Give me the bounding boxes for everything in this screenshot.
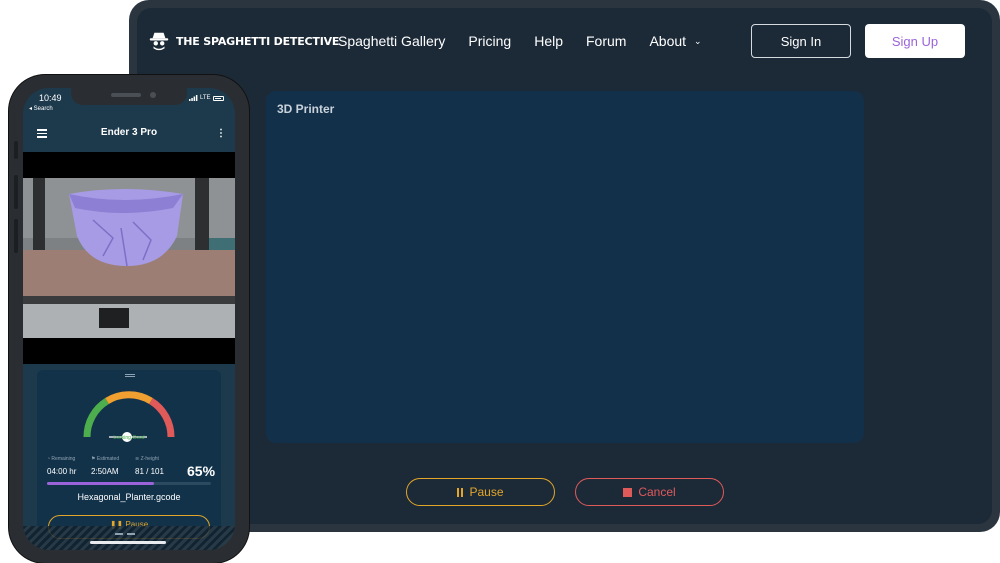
progress-percent: 65% [187, 463, 216, 479]
nav-link-spaghetti-gallery[interactable]: Spaghetti Gallery [338, 33, 445, 49]
printer-name-title: Ender 3 Pro [100, 127, 158, 138]
nav-link-pricing[interactable]: Pricing [468, 33, 511, 49]
phone-notch [71, 88, 187, 105]
status-back-link[interactable]: ◂ Search [29, 105, 53, 112]
cancel-button-label: Cancel [638, 485, 676, 499]
printer-with-planter-image [23, 178, 235, 338]
timer-icon: ◔ [47, 456, 51, 462]
app-bar: Ender 3 Pro ⋮ [23, 123, 235, 151]
webcam-image [23, 178, 235, 338]
status-indicators: LTE [189, 95, 224, 101]
zheight-label: Z-height [140, 456, 159, 462]
network-type: LTE [200, 95, 211, 101]
sign-in-button[interactable]: Sign In [751, 24, 851, 58]
web-app-screen: THE SPAGHETTI DETECTIVE Spaghetti Galler… [137, 8, 992, 524]
detective-logo-icon [149, 32, 169, 51]
printer-video-card: 3D Printer [266, 91, 864, 443]
sign-up-button[interactable]: Sign Up [865, 24, 965, 58]
nav-links: Spaghetti Gallery Pricing Help Forum Abo… [338, 33, 702, 49]
nav-link-about-label: About [649, 33, 687, 49]
phone-frame: 10:49 ◂ Search LTE Ender 3 Pro ⋮ Looking… [9, 75, 249, 563]
chevron-down-icon: ⌄ [694, 36, 702, 46]
pause-button-label: Pause [469, 485, 504, 499]
page-indicator [115, 533, 135, 535]
estimated-header: ⚑ Estimated [91, 456, 119, 462]
phone-mute-switch [14, 141, 18, 159]
pause-icon [457, 487, 464, 497]
brand-name: THE SPAGHETTI DETECTIVE [176, 34, 340, 48]
nav-link-about[interactable]: About ⌄ [649, 33, 701, 49]
more-options-icon[interactable]: ⋮ [216, 128, 226, 139]
layers-icon: ≋ [135, 456, 140, 462]
remaining-label: Remaining [51, 456, 76, 462]
remaining-header: ◔ Remaining [47, 456, 75, 462]
signal-icon [189, 95, 198, 101]
tablet-frame: THE SPAGHETTI DETECTIVE Spaghetti Galler… [129, 0, 1000, 532]
progress-bar [47, 482, 211, 485]
brand-logo[interactable]: THE SPAGHETTI DETECTIVE [148, 30, 339, 52]
top-navigation: THE SPAGHETTI DETECTIVE Spaghetti Galler… [137, 8, 992, 76]
cancel-button[interactable]: Cancel [575, 478, 724, 506]
bottom-overlay [23, 526, 235, 550]
pause-button[interactable]: Pause [406, 478, 555, 506]
drag-handle-icon[interactable] [125, 374, 135, 378]
phone-screen: 10:49 ◂ Search LTE Ender 3 Pro ⋮ Looking… [23, 88, 235, 550]
phone-volume-down [14, 219, 18, 253]
remaining-value: 04:00 hr [47, 467, 77, 476]
zheight-header: ≋ Z-height [135, 456, 159, 462]
print-status-panel: Looking Good ◔ Remaining ⚑ Estimated ≋ Z… [37, 370, 221, 545]
zheight-value: 81 / 101 [135, 467, 164, 476]
webcam-feed [23, 152, 235, 364]
estimated-label: Estimated [96, 456, 120, 462]
phone-volume-up [14, 175, 18, 209]
failure-gauge: Looking Good [79, 389, 179, 443]
phone-speaker [111, 93, 141, 97]
flag-icon: ⚑ [91, 456, 96, 462]
phone-camera [150, 92, 156, 98]
home-indicator[interactable] [90, 541, 166, 544]
nav-link-forum[interactable]: Forum [586, 33, 626, 49]
gauge-status-label: Looking Good [113, 435, 145, 441]
status-time: 10:49 [39, 93, 62, 103]
estimated-value: 2:50AM [91, 467, 119, 476]
battery-icon [212, 95, 224, 101]
progress-bar-fill [47, 482, 154, 485]
stop-icon [623, 487, 633, 497]
nav-link-help[interactable]: Help [534, 33, 563, 49]
printer-card-title: 3D Printer [277, 102, 335, 116]
gcode-filename: Hexagonal_Planter.gcode [77, 492, 181, 502]
